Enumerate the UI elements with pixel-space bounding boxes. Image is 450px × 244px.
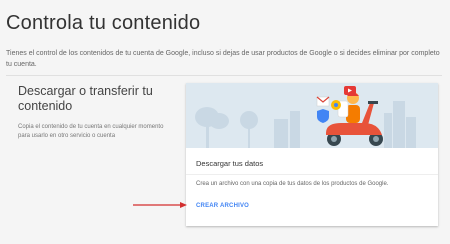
card-text: Crea un archivo con una copia de tus dat… xyxy=(196,181,389,187)
page-description: Tienes el control de los contenidos de t… xyxy=(6,50,440,68)
create-archive-button[interactable]: CREAR ARCHIVO xyxy=(196,203,249,209)
card-title: Descargar tus datos xyxy=(196,159,264,168)
rider-shape xyxy=(337,92,360,123)
security-shield-icon xyxy=(317,109,329,123)
card-separator xyxy=(186,174,438,175)
card-illustration xyxy=(186,83,438,148)
scooter-illustration xyxy=(195,86,416,148)
youtube-icon xyxy=(344,86,356,95)
gmail-icon xyxy=(316,96,330,107)
section-description: Copia el contenido de tu cuenta en cualq… xyxy=(18,124,164,139)
section-heading: Descargar o transferir tu contenido xyxy=(18,84,153,113)
download-data-card: Descargar tus datos Crea un archivo con … xyxy=(186,83,438,226)
page-title: Controla tu contenido xyxy=(6,12,201,34)
chrome-icon xyxy=(331,100,341,110)
red-arrow-annotation xyxy=(133,202,187,208)
divider xyxy=(6,75,442,76)
